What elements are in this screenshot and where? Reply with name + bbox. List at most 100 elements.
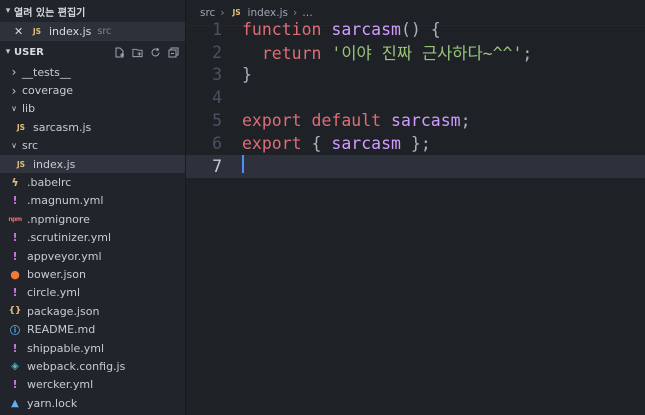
- tree-item-label: yarn.lock: [27, 396, 78, 410]
- tree-folder[interactable]: ∨ src: [0, 137, 185, 155]
- editor-area[interactable]: src › JS index.js › … 1 function sarcasm(…: [186, 0, 645, 415]
- tree-file[interactable]: ▲ yarn.lock: [0, 394, 185, 412]
- chevron-right-icon: ›: [220, 6, 225, 19]
- chevron-right-icon: ›: [293, 6, 298, 19]
- chevron-down-icon: ▾: [5, 47, 11, 57]
- tree-item-label: appveyor.yml: [27, 249, 102, 263]
- yaml-file-icon: !: [12, 378, 18, 392]
- code-line[interactable]: 4: [186, 86, 645, 109]
- tree-item-label: sarcasm.js: [33, 120, 92, 134]
- chevron-right-icon: ›: [11, 83, 17, 98]
- breadcrumb-ellipsis[interactable]: …: [302, 7, 313, 19]
- line-text: return '이야 진짜 근사하다~^^';: [242, 40, 532, 64]
- code-token: };: [400, 133, 431, 153]
- babel-file-icon: ϟ: [11, 176, 19, 190]
- tree-file[interactable]: npm .npmignore: [0, 210, 185, 228]
- open-editor-folder: src: [97, 25, 112, 37]
- tree-file[interactable]: ! appveyor.yml: [0, 247, 185, 265]
- tree-file[interactable]: ! shippable.yml: [0, 339, 185, 357]
- breadcrumb-file[interactable]: index.js: [248, 7, 288, 19]
- tree-item-label: bower.json: [27, 267, 86, 281]
- code-line[interactable]: 2 return '이야 진짜 근사하다~^^';: [186, 41, 645, 64]
- tree-file[interactable]: ! wercker.yml: [0, 376, 185, 394]
- code-token: ;: [460, 111, 471, 131]
- code-token: return: [242, 44, 322, 64]
- tree-item-label: .babelrc: [27, 176, 72, 190]
- code-token: '이야 진짜 근사하다~^^': [331, 44, 523, 64]
- yaml-file-icon: !: [12, 249, 18, 263]
- code-line[interactable]: 1 function sarcasm() {: [186, 18, 645, 41]
- new-folder-icon[interactable]: [132, 47, 143, 58]
- code-token: sarcasm: [391, 111, 461, 131]
- tree-folder[interactable]: › __tests__: [0, 63, 185, 81]
- tree-folder[interactable]: › coverage: [0, 81, 185, 99]
- code-token: export: [242, 133, 302, 153]
- code-token: {: [420, 19, 441, 39]
- chevron-down-icon: ∨: [11, 104, 17, 114]
- tree-file[interactable]: ! .magnum.yml: [0, 192, 185, 210]
- line-text: export default sarcasm;: [242, 111, 471, 130]
- tree-file[interactable]: ● bower.json: [0, 265, 185, 283]
- chevron-right-icon: ›: [11, 65, 17, 80]
- tree-file[interactable]: ! circle.yml: [0, 284, 185, 302]
- refresh-icon[interactable]: [150, 47, 161, 58]
- tree-item-label: .npmignore: [27, 212, 90, 226]
- tree-item-label: src: [22, 139, 39, 153]
- tree-file[interactable]: ϟ .babelrc: [0, 173, 185, 191]
- tree-folder[interactable]: ∨ lib: [0, 100, 185, 118]
- code-token: default: [311, 111, 382, 131]
- code-line[interactable]: 5 export default sarcasm;: [186, 109, 645, 132]
- code-token: }: [242, 65, 252, 85]
- tree-file[interactable]: ! .scrutinizer.yml: [0, 229, 185, 247]
- webpack-file-icon: ◈: [11, 360, 19, 372]
- line-number: 1: [212, 19, 222, 39]
- bower-file-icon: ●: [10, 267, 20, 281]
- tree-item-label: README.md: [27, 323, 96, 337]
- code-line[interactable]: 7: [186, 154, 645, 178]
- code-line[interactable]: 3}: [186, 64, 645, 87]
- line-text: function sarcasm() {: [242, 20, 441, 39]
- json-file-icon: {}: [8, 306, 22, 317]
- close-icon[interactable]: ✕: [14, 25, 30, 38]
- tree-file[interactable]: ⓘ README.md: [0, 320, 185, 338]
- code-editor[interactable]: 1 function sarcasm() { 2 return '이야 진짜 근사하…: [186, 18, 645, 178]
- yaml-file-icon: !: [12, 341, 18, 355]
- yaml-file-icon: !: [12, 194, 18, 208]
- yarn-file-icon: ▲: [11, 397, 19, 409]
- open-editors-header[interactable]: ▾ 열려 있는 편집기: [0, 0, 185, 22]
- code-line[interactable]: 6 export { sarcasm };: [186, 132, 645, 155]
- file-tree: › __tests__ › coverage ∨ lib JS sarcasm.js ∨ src J…: [0, 63, 185, 412]
- tree-item-label: shippable.yml: [27, 341, 105, 355]
- tree-file[interactable]: {} package.json: [0, 302, 185, 320]
- line-number: 2: [212, 42, 222, 62]
- tree-item-label: webpack.config.js: [27, 359, 126, 373]
- line-number: 6: [212, 133, 222, 153]
- code-token: sarcasm: [331, 133, 401, 153]
- code-token: sarcasm: [331, 19, 401, 39]
- js-file-icon: JS: [16, 159, 26, 169]
- code-token: ;: [522, 44, 533, 64]
- collapse-all-icon[interactable]: [168, 47, 179, 58]
- workspace-header[interactable]: ▾ USER: [0, 40, 185, 63]
- line-number: 7: [212, 156, 222, 176]
- tree-item-label: package.json: [27, 304, 100, 318]
- tree-item-label: index.js: [33, 157, 76, 171]
- line-number: 5: [212, 111, 222, 131]
- tree-item-label: coverage: [22, 84, 74, 98]
- tree-item-label: circle.yml: [27, 286, 81, 300]
- line-text: [242, 155, 244, 177]
- code-token: {: [301, 133, 332, 153]
- new-file-icon[interactable]: [114, 47, 125, 58]
- code-token: (): [400, 19, 421, 39]
- tree-file[interactable]: JS index.js: [0, 154, 185, 174]
- line-text: }: [242, 65, 252, 84]
- text-cursor: [242, 155, 244, 174]
- open-editor-item-index-js[interactable]: ✕ JS index.js src: [0, 22, 185, 40]
- tree-file[interactable]: ◈ webpack.config.js: [0, 357, 185, 375]
- tree-item-label: lib: [22, 102, 36, 116]
- tree-file[interactable]: JS sarcasm.js: [0, 118, 185, 136]
- breadcrumb-folder[interactable]: src: [200, 7, 215, 19]
- chevron-down-icon: ∨: [11, 141, 17, 151]
